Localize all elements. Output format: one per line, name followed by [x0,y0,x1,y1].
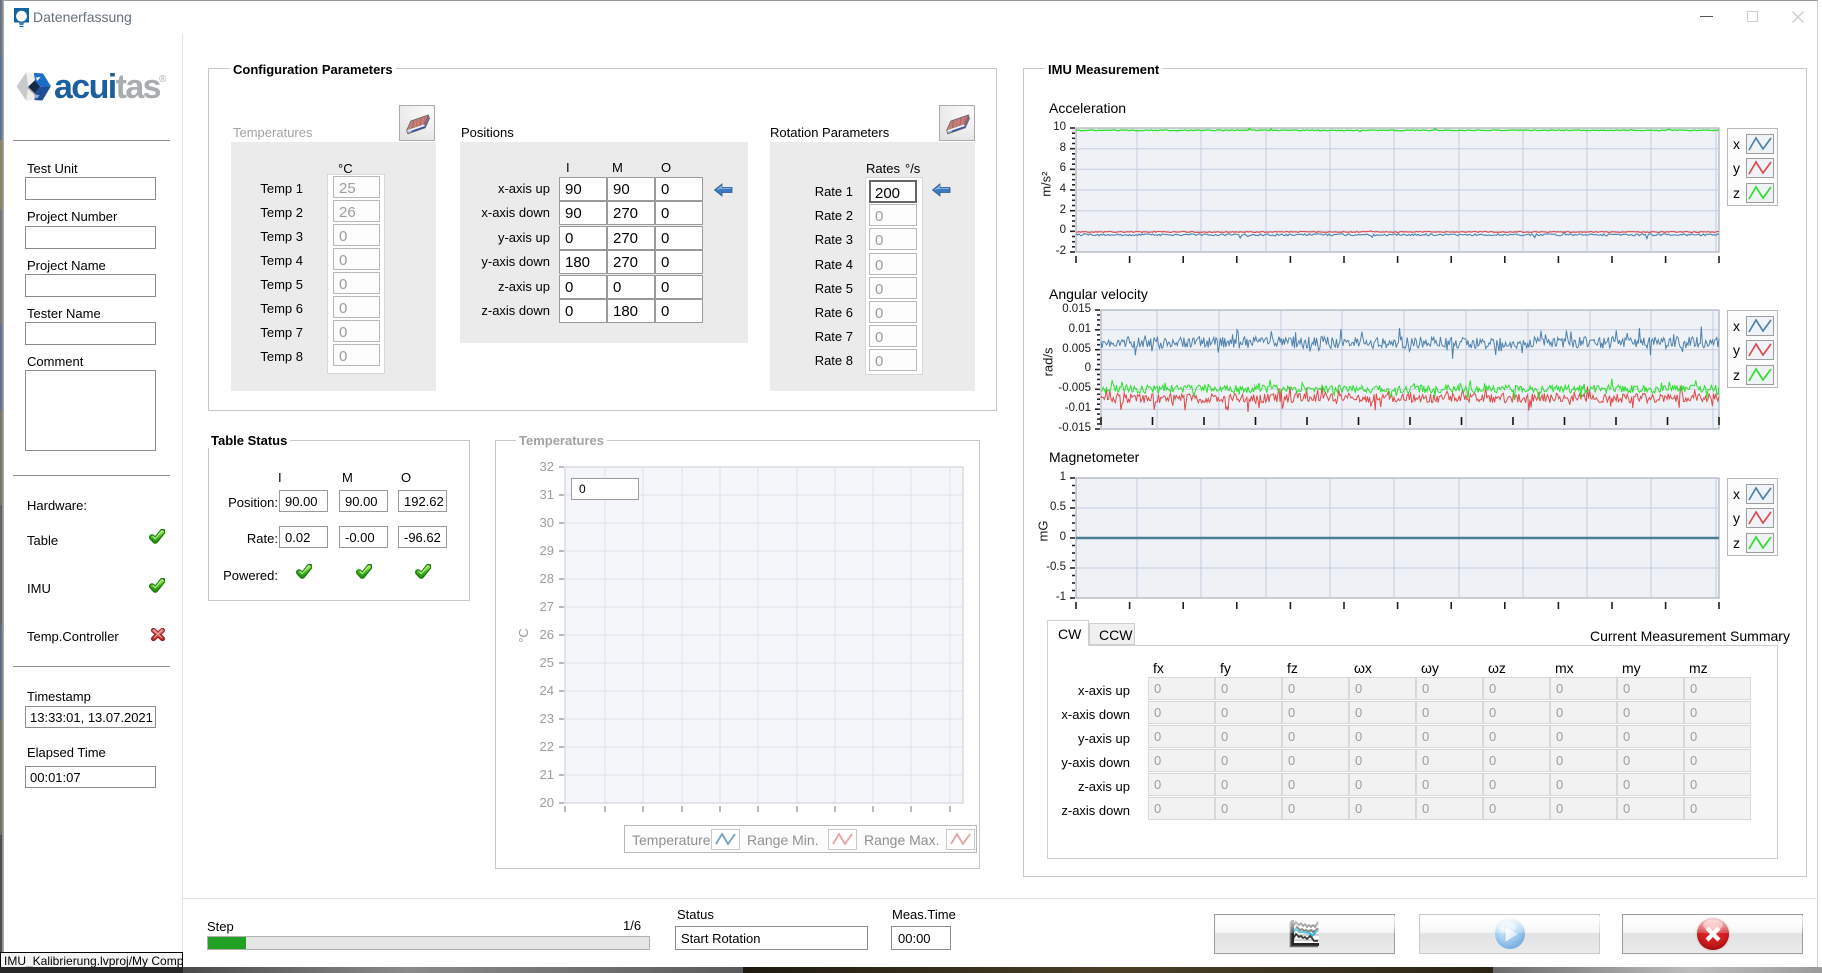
svg-text:®: ® [159,74,167,85]
svg-text:acuitas: acuitas [54,70,161,106]
